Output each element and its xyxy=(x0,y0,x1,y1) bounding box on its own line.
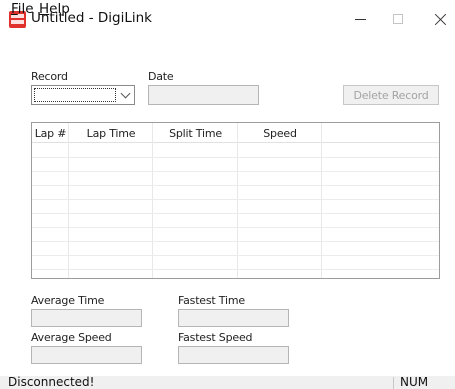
column-header-extra[interactable] xyxy=(322,123,439,143)
menu-bar xyxy=(0,36,455,56)
record-dropdown[interactable] xyxy=(31,85,135,105)
maximize-icon xyxy=(393,14,403,24)
row-divider xyxy=(32,185,439,186)
close-icon xyxy=(434,13,447,26)
table-header: Lap # Lap Time Split Time Speed xyxy=(32,123,439,143)
fastest-speed-field xyxy=(178,346,289,364)
chevron-down-icon xyxy=(120,88,131,99)
status-message: Disconnected! xyxy=(8,375,95,389)
row-divider xyxy=(32,241,439,242)
row-divider xyxy=(32,269,439,270)
date-label: Date xyxy=(148,70,174,83)
minimize-icon xyxy=(354,18,366,20)
row-divider xyxy=(32,227,439,228)
fastest-time-field xyxy=(178,309,289,327)
record-dropdown-value xyxy=(34,88,116,102)
record-label: Record xyxy=(31,70,68,83)
delete-record-button[interactable]: Delete Record xyxy=(343,85,439,105)
num-lock-indicator: NUM xyxy=(400,375,429,389)
fastest-time-label: Fastest Time xyxy=(178,294,245,307)
average-time-field xyxy=(31,309,142,327)
minimize-button[interactable] xyxy=(345,6,375,32)
column-header-split-time[interactable]: Split Time xyxy=(153,123,238,143)
column-header-speed[interactable]: Speed xyxy=(238,123,322,143)
row-divider xyxy=(32,157,439,158)
menu-file[interactable]: File xyxy=(11,1,34,17)
row-divider xyxy=(32,171,439,172)
fastest-speed-label: Fastest Speed xyxy=(178,331,253,344)
average-speed-field xyxy=(31,346,142,364)
column-header-lap-number[interactable]: Lap # xyxy=(32,123,69,143)
row-divider xyxy=(32,255,439,256)
average-speed-label: Average Speed xyxy=(31,331,112,344)
laps-table[interactable]: Lap # Lap Time Split Time Speed xyxy=(31,122,440,279)
status-divider xyxy=(393,377,394,389)
column-header-lap-time[interactable]: Lap Time xyxy=(69,123,153,143)
row-divider xyxy=(32,199,439,200)
maximize-button[interactable] xyxy=(383,6,413,32)
average-time-label: Average Time xyxy=(31,294,105,307)
date-field xyxy=(148,85,259,105)
close-button[interactable] xyxy=(425,6,455,32)
menu-help[interactable]: Help xyxy=(39,1,70,17)
row-divider xyxy=(32,213,439,214)
